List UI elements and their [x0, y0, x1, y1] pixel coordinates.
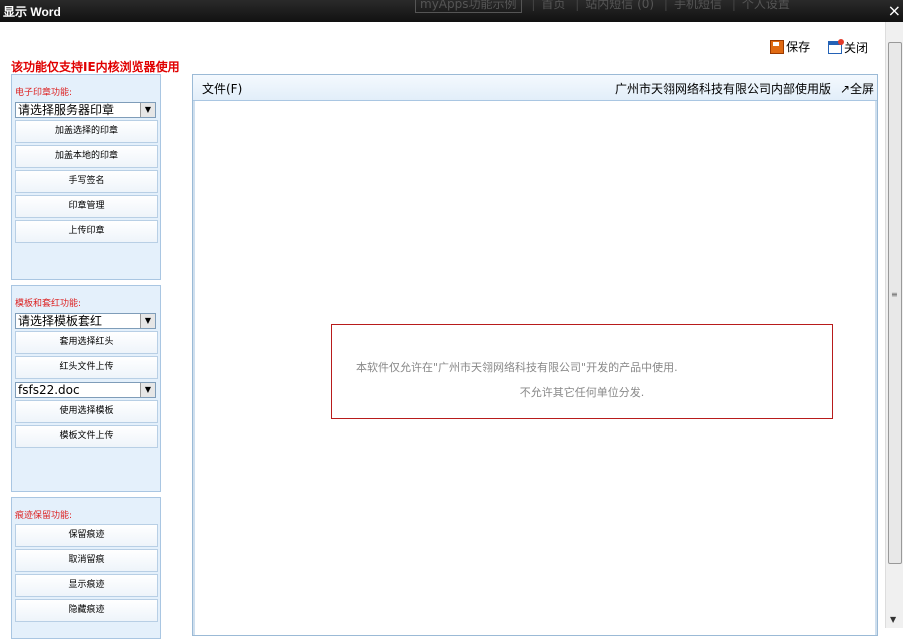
handwritten-signature-button[interactable]: 手写签名 [15, 170, 158, 193]
server-seal-select-value: 请选择服务器印章 [18, 103, 115, 117]
window-close-icon[interactable]: × [888, 1, 901, 20]
window-title-bar: 显示 Word myApps功能示例 | 首页 | 站内短信 (0) | 手机短信 |… [0, 0, 903, 22]
chevron-down-icon: ▼ [140, 383, 155, 397]
upload-red-header-button[interactable]: 红头文件上传 [15, 356, 158, 379]
show-trace-button[interactable]: 显示痕迹 [15, 574, 158, 597]
license-label: 广州市天翎网络科技有限公司内部使用版 [614, 82, 831, 96]
close-window-icon [827, 38, 844, 54]
chevron-down-icon: ▼ [140, 314, 155, 328]
template-select-value: 请选择模板套红 [18, 314, 103, 328]
document-menu-bar: 文件(F) 广州市天翎网络科技有限公司内部使用版 ↗全屏 [193, 75, 877, 101]
close-button[interactable]: 关闭 [827, 38, 868, 56]
upload-seal-button[interactable]: 上传印章 [15, 220, 158, 243]
license-notice-line2: 不允许其它任何单位分发. [519, 386, 645, 399]
keep-trace-button[interactable]: 保留痕迹 [15, 524, 158, 547]
chevron-down-icon: ▼ [140, 103, 155, 117]
background-app-select: myApps功能示例 [415, 0, 522, 13]
seal-panel-title: 电子印章功能: [15, 88, 73, 98]
close-label: 关闭 [843, 40, 868, 55]
background-nav-item: 手机短信 [673, 0, 722, 11]
vertical-scrollbar[interactable]: ≡ ▼ [885, 22, 903, 628]
trace-panel: 痕迹保留功能: 保留痕迹 取消留痕 显示痕迹 隐藏痕迹 [11, 497, 161, 639]
save-label: 保存 [786, 40, 811, 54]
hide-trace-button[interactable]: 隐藏痕迹 [15, 599, 158, 622]
save-icon [770, 39, 785, 54]
template-select[interactable]: 请选择模板套红 ▼ [15, 313, 156, 329]
template-panel-title: 模板和套红功能: [15, 299, 82, 309]
seal-panel: 电子印章功能: 请选择服务器印章 ▼ 加盖选择的印章 加盖本地的印章 手写签名 … [11, 74, 161, 280]
save-button[interactable]: 保存 [770, 38, 810, 55]
apply-selected-seal-button[interactable]: 加盖选择的印章 [15, 120, 158, 143]
license-notice-line1: 本软件仅允许在"广州市天翎网络科技有限公司"开发的产品中使用. [356, 361, 678, 374]
template-panel: 模板和套红功能: 请选择模板套红 ▼ 套用选择红头 红头文件上传 fsfs22.… [11, 285, 161, 492]
scroll-down-icon[interactable]: ▼ [890, 615, 896, 624]
upload-template-button[interactable]: 模板文件上传 [15, 425, 158, 448]
template-file-select[interactable]: fsfs22.doc ▼ [15, 382, 156, 398]
grip-icon: ≡ [891, 290, 898, 299]
cancel-trace-button[interactable]: 取消留痕 [15, 549, 158, 572]
scrollbar-thumb[interactable] [888, 42, 902, 564]
toolbar: 保存 关闭 [756, 38, 868, 57]
apply-local-seal-button[interactable]: 加盖本地的印章 [15, 145, 158, 168]
background-nav-item: 个人设置 [741, 0, 790, 11]
background-nav: myApps功能示例 | 首页 | 站内短信 (0) | 手机短信 | 个人设置 [415, 0, 790, 13]
trace-panel-title: 痕迹保留功能: [15, 511, 73, 521]
fullscreen-button[interactable]: ↗全屏 [840, 80, 874, 97]
template-file-select-value: fsfs22.doc [18, 383, 80, 397]
file-menu[interactable]: 文件(F) [202, 80, 242, 97]
use-selected-template-button[interactable]: 使用选择模板 [15, 400, 158, 423]
window-title: 显示 Word [3, 5, 61, 19]
background-nav-item: 站内短信 (0) [585, 0, 655, 11]
background-nav-item: 首页 [541, 0, 566, 11]
server-seal-select[interactable]: 请选择服务器印章 ▼ [15, 102, 156, 118]
seal-management-button[interactable]: 印章管理 [15, 195, 158, 218]
apply-red-header-button[interactable]: 套用选择红头 [15, 331, 158, 354]
ie-only-warning: 该功能仅支持IE内核浏览器使用 [11, 60, 180, 74]
license-notice-box: 本软件仅允许在"广州市天翎网络科技有限公司"开发的产品中使用. 不允许其它任何单… [331, 324, 833, 419]
